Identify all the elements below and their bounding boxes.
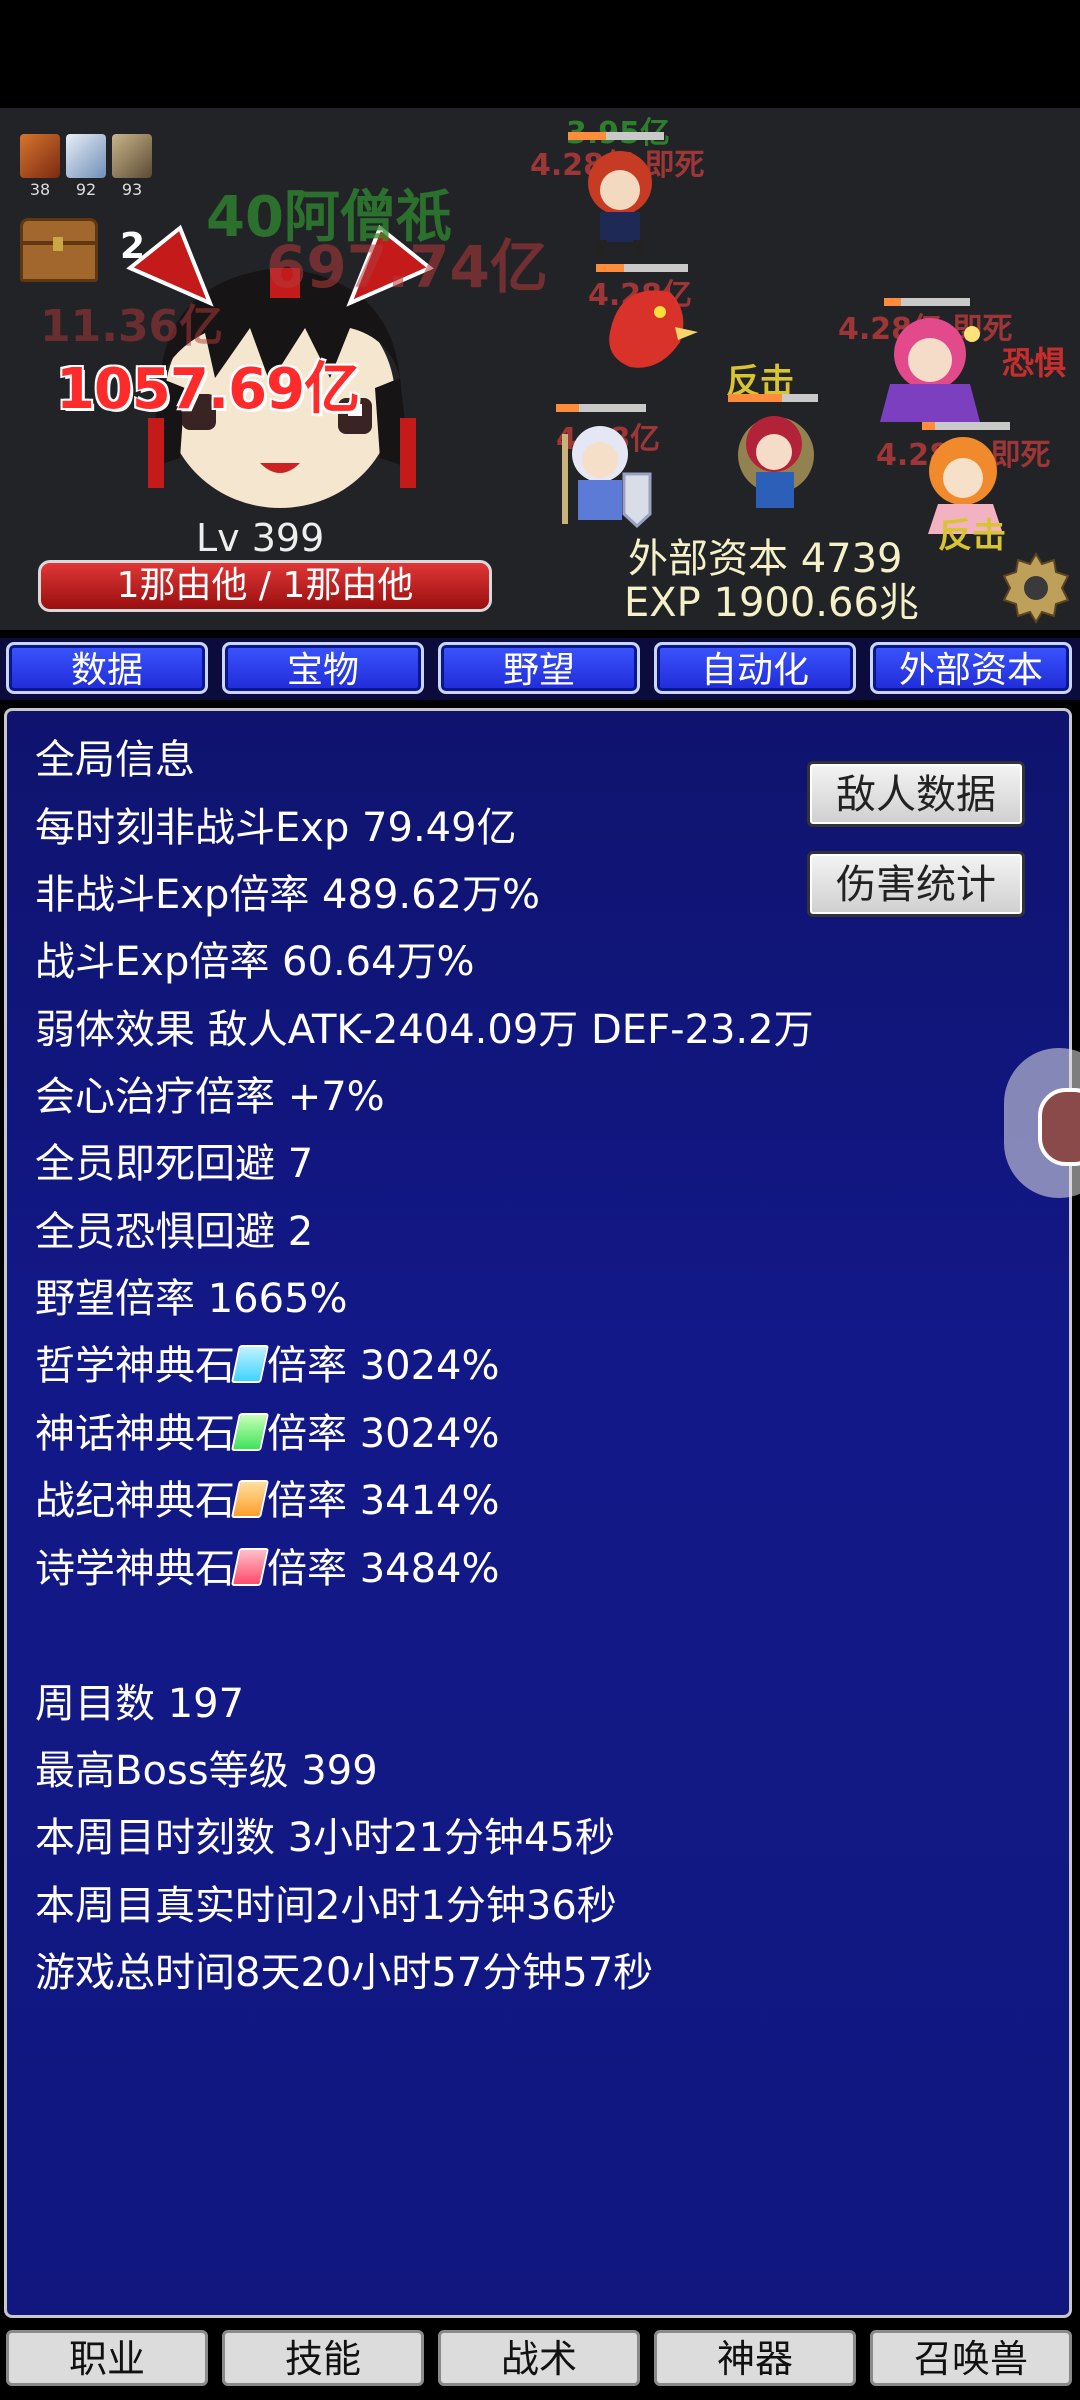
info-line: 游戏总时间8天20小时57分钟57秒 <box>35 1950 654 1996</box>
info-line: 周目数 197 <box>35 1681 245 1727</box>
info-line: 弱体效果 敌人ATK-2404.09万 DEF-23.2万 <box>35 1007 814 1053</box>
tab-data[interactable]: 数据 <box>6 642 208 694</box>
enemy-2-sprite <box>609 290 698 368</box>
enemy-icon-1-level: 38 <box>29 180 51 199</box>
enemy-data-button[interactable]: 敌人数据 <box>807 761 1025 827</box>
info-line: 全员即死回避 7 <box>35 1141 314 1187</box>
enemy-4-sprite <box>562 426 652 529</box>
stone-name: 战纪神典石 <box>35 1478 235 1524</box>
war-stone-icon <box>230 1480 270 1518</box>
tab-summon[interactable]: 召唤兽 <box>870 2330 1072 2386</box>
tab-job[interactable]: 职业 <box>6 2330 208 2386</box>
enemy-icon-2-level: 92 <box>75 180 97 199</box>
enemy-5-sprite <box>738 416 814 508</box>
damage-stats-button[interactable]: 伤害统计 <box>807 851 1025 917</box>
damage-main-hit: 1057.69亿 <box>56 357 360 422</box>
stone-rate: 倍率 3414% <box>267 1478 500 1524</box>
info-line: 非战斗Exp倍率 489.62万% <box>35 872 541 918</box>
stone-rate: 倍率 3024% <box>267 1411 500 1457</box>
stone-line-poetry: 诗学神典石 倍率 3484% <box>35 1536 500 1594</box>
enemy-1-sprite <box>588 151 652 256</box>
info-line: 全员恐惧回避 2 <box>35 1209 314 1255</box>
bottom-tab-bar: 职业 技能 战术 神器 召唤兽 <box>0 2326 1080 2396</box>
enemy-icon-1[interactable]: 38 <box>20 134 60 199</box>
top-tab-bar: 数据 宝物 野望 自动化 外部资本 <box>0 638 1080 700</box>
info-line: 战斗Exp倍率 60.64万% <box>35 939 475 985</box>
myth-stone-icon <box>230 1413 270 1451</box>
hero-level: Lv 399 <box>196 516 325 560</box>
exp-readout: EXP 1900.66兆 <box>624 580 919 626</box>
enemy-icon-3-level: 93 <box>121 180 143 199</box>
info-line: 本周目真实时间2小时1分钟36秒 <box>35 1883 617 1929</box>
info-line: 野望倍率 1665% <box>35 1276 348 1322</box>
floating-assist-button[interactable] <box>1004 1048 1080 1198</box>
poetry-stone-icon <box>230 1548 270 1586</box>
stone-rate: 倍率 3484% <box>267 1546 500 1592</box>
enemy-icon-3[interactable]: 93 <box>112 134 152 199</box>
counter-text-2: 反击 <box>938 516 1006 556</box>
tab-skill[interactable]: 技能 <box>222 2330 424 2386</box>
enemy-3-sprite <box>880 318 980 422</box>
stone-rate: 倍率 3024% <box>267 1343 500 1389</box>
tab-treasure[interactable]: 宝物 <box>222 642 424 694</box>
stone-name: 哲学神典石 <box>35 1343 235 1389</box>
enemy-4-hpbar <box>556 404 646 412</box>
stone-line-war: 战纪神典石 倍率 3414% <box>35 1468 500 1526</box>
gear-icon[interactable] <box>998 550 1074 626</box>
stone-line-myth: 神话神典石 倍率 3024% <box>35 1401 500 1459</box>
status-fear-text: 恐惧 <box>1002 344 1067 382</box>
tab-ambition[interactable]: 野望 <box>438 642 640 694</box>
global-info-panel: 全局信息 每时刻非战斗Exp 79.49亿 非战斗Exp倍率 489.62万% … <box>4 708 1072 2318</box>
treasure-chest-icon[interactable] <box>20 218 98 282</box>
battle-area: 38 92 93 2 3.95亿 4.28亿 即死 40阿僧祇 697.74亿 … <box>0 108 1080 630</box>
tab-external-capital[interactable]: 外部资本 <box>870 642 1072 694</box>
info-line: 会心治疗倍率 +7% <box>35 1074 385 1120</box>
info-line: 全局信息 <box>35 737 195 783</box>
tab-artifact[interactable]: 神器 <box>654 2330 856 2386</box>
stone-name: 诗学神典石 <box>35 1546 235 1592</box>
info-line: 本周目时刻数 3小时21分钟45秒 <box>35 1815 615 1861</box>
tab-automation[interactable]: 自动化 <box>654 642 856 694</box>
stone-name: 神话神典石 <box>35 1411 235 1457</box>
stone-line-philosophy: 哲学神典石 倍率 3024% <box>35 1333 500 1391</box>
enemy-icon-2[interactable]: 92 <box>66 134 106 199</box>
info-line: 最高Boss等级 399 <box>35 1748 378 1794</box>
enemy-2-hpbar <box>596 264 688 272</box>
tab-tactics[interactable]: 战术 <box>438 2330 640 2386</box>
hero-hp-bar: 1那由他 / 1那由他 <box>38 560 492 612</box>
philosophy-stone-icon <box>230 1345 270 1383</box>
damage-big-gray: 697.74亿 <box>266 233 548 301</box>
info-line: 每时刻非战斗Exp 79.49亿 <box>35 805 517 851</box>
